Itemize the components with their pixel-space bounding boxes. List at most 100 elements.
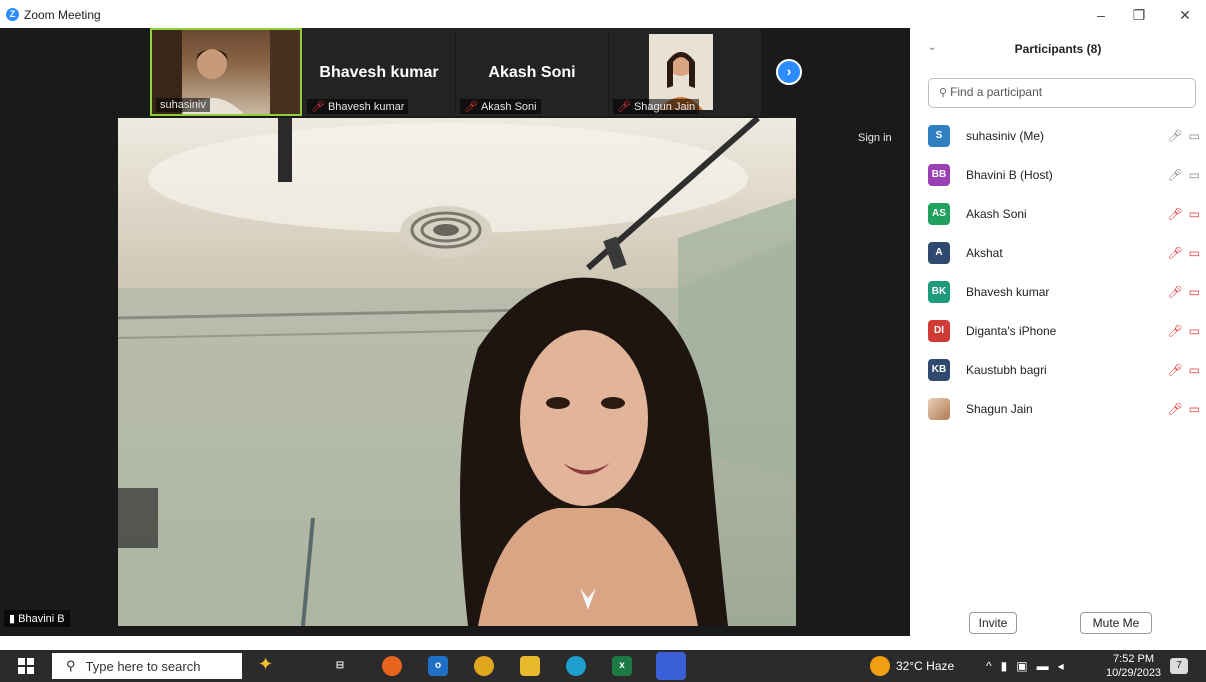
active-speaker-name: Bhavini B xyxy=(18,613,65,625)
mic-icon: 🎤︎ xyxy=(1167,128,1183,143)
file-explorer-icon[interactable] xyxy=(520,656,540,676)
mic-muted-icon: 🎤︎ xyxy=(1167,245,1183,260)
participant-row[interactable]: AS Akash Soni 🎤︎ ▭ xyxy=(928,194,1200,233)
taskbar-search-placeholder: Type here to search xyxy=(85,658,201,674)
video-icon: ▭ xyxy=(1188,167,1200,182)
chevron-up-icon[interactable]: ^ xyxy=(986,659,992,673)
participant-row[interactable]: DI Diganta's iPhone 🎤︎ ▭ xyxy=(928,311,1200,350)
thumbnail-name: Akash Soni xyxy=(480,100,537,113)
avatar: KB xyxy=(928,358,950,381)
participant-row[interactable]: Ssuhasiniv (Me) 🎤︎ ▭ xyxy=(928,116,1200,155)
participant-row[interactable]: BK Bhavesh kumar 🎤︎ ▭ xyxy=(928,272,1200,311)
avatar: AS xyxy=(928,202,950,225)
title-bar: Z Zoom Meeting – ❐ ✕ xyxy=(0,0,1206,28)
main-video xyxy=(118,118,796,626)
outlook-icon[interactable]: o xyxy=(428,656,448,676)
firefox-icon[interactable] xyxy=(382,656,402,676)
participant-name: Bhavesh kumar xyxy=(966,284,1050,299)
video-off-icon: ▭ xyxy=(1188,401,1200,416)
close-button[interactable]: ✕ xyxy=(1170,6,1200,24)
task-view-icon[interactable]: ⊟ xyxy=(330,656,350,676)
avatar: S xyxy=(928,124,950,147)
mic-muted-icon: 🎤︎ xyxy=(311,101,325,113)
windows-start-button[interactable] xyxy=(18,658,34,674)
chrome-icon[interactable] xyxy=(474,656,494,676)
video-off-icon: ▭ xyxy=(1188,284,1200,299)
video-off-icon: ▭ xyxy=(1188,206,1200,221)
participant-row[interactable]: A Akshat 🎤︎ ▭ xyxy=(928,233,1200,272)
thumbnail-name: suhasiniv xyxy=(160,99,206,111)
video-off-icon: ▭ xyxy=(1188,323,1200,338)
usb-icon[interactable]: ▮ xyxy=(1001,659,1008,673)
mic-muted-icon: 🎤︎ xyxy=(1167,323,1183,338)
video-off-icon: ▭ xyxy=(1188,362,1200,377)
video-thumbnail[interactable]: 🎤︎ Shagun Jain xyxy=(609,28,761,116)
invite-button[interactable]: Invite xyxy=(969,612,1017,634)
participant-status-icons: 🎤︎ ▭ xyxy=(1148,168,1200,182)
participants-title: Participants (8) xyxy=(1014,42,1102,56)
excel-icon[interactable]: x xyxy=(612,656,632,676)
participant-row[interactable]: KB Kaustubh bagri 🎤︎ ▭ xyxy=(928,350,1200,389)
clock-time: 7:52 PM xyxy=(1113,653,1155,665)
mic-muted-icon: 🎤︎ xyxy=(1167,362,1183,377)
volume-icon[interactable]: ◂ xyxy=(1058,659,1064,673)
participant-name: Kaustubh bagri xyxy=(966,362,1047,377)
taskbar-search-input[interactable]: ⚲ Type here to search xyxy=(52,653,242,679)
thumbnail-name-tag: 🎤︎ Akash Soni xyxy=(460,99,541,114)
avatar: A xyxy=(928,241,950,264)
thumbnail-name-tag: 🎤︎ Shagun Jain xyxy=(613,99,700,114)
thumbnail-strip: suhasiniv Bhavesh kumar 🎤︎ Bhavesh kumar … xyxy=(150,28,762,116)
participant-list: Ssuhasiniv (Me) 🎤︎ ▭ BB Bhavini B (Host) 🎤︎ ▭ A… xyxy=(928,116,1200,428)
thumbnail-big-label: Bhavesh kumar xyxy=(319,64,439,81)
video-thumbnail[interactable]: suhasiniv xyxy=(150,28,302,116)
thumbnail-name: Bhavesh kumar xyxy=(327,100,405,113)
edge-icon[interactable] xyxy=(566,656,586,676)
meeting-area: suhasiniv Bhavesh kumar 🎤︎ Bhavesh kumar … xyxy=(0,28,910,636)
sparkle-icon[interactable]: ✦ xyxy=(258,654,273,675)
search-icon: ⚲ xyxy=(939,87,948,99)
participant-status-icons: 🎤︎ ▭ xyxy=(1148,129,1200,143)
participant-status-icons: 🎤︎ ▭ xyxy=(1148,246,1200,260)
restore-button[interactable]: ❐ xyxy=(1124,6,1154,24)
thumbnail-name-tag: suhasiniv xyxy=(156,98,210,112)
minimize-button[interactable]: – xyxy=(1086,6,1116,24)
mic-muted-icon: 🎤︎ xyxy=(1167,206,1183,221)
mic-muted-icon: 🎤︎ xyxy=(617,101,631,113)
thumbnail-name-tag: 🎤︎ Bhavesh kumar xyxy=(307,99,409,114)
participant-name: Akash Soni xyxy=(966,206,1027,221)
notification-button[interactable]: 7 xyxy=(1170,658,1188,674)
avatar: BB xyxy=(928,163,950,186)
avatar xyxy=(928,397,950,420)
weather-icon[interactable] xyxy=(870,656,890,676)
battery-icon[interactable]: ▬ xyxy=(1037,659,1049,673)
participant-status-icons: 🎤︎ ▭ xyxy=(1148,402,1200,416)
participant-status-icons: 🎤︎ ▭ xyxy=(1148,285,1200,299)
avatar: DI xyxy=(928,319,950,342)
search-icon: ⚲ xyxy=(66,658,76,673)
sign-in-link[interactable]: Sign in xyxy=(858,132,892,144)
mute-me-button[interactable]: Mute Me xyxy=(1080,612,1152,634)
participant-search-input[interactable]: ⚲ Find a participant xyxy=(928,78,1196,108)
display-icon[interactable]: ▣ xyxy=(1016,659,1027,673)
speaker-video-frame xyxy=(118,118,796,626)
video-off-icon: ▭ xyxy=(1188,245,1200,260)
video-thumbnail[interactable]: Bhavesh kumar 🎤︎ Bhavesh kumar xyxy=(303,28,455,116)
search-placeholder: Find a participant xyxy=(950,85,1043,99)
next-page-button[interactable]: › xyxy=(776,59,802,85)
thumbnail-big-label: Akash Soni xyxy=(488,64,576,81)
mic-muted-icon: 🎤︎ xyxy=(464,101,478,113)
participant-row[interactable]: Shagun Jain 🎤︎ ▭ xyxy=(928,389,1200,428)
video-thumbnail[interactable]: Akash Soni 🎤︎ Akash Soni xyxy=(456,28,608,116)
windows-taskbar: ⚲ Type here to search ✦ ⊟ o x 32°C Haze ^… xyxy=(0,650,1206,682)
participant-row[interactable]: BB Bhavini B (Host) 🎤︎ ▭ xyxy=(928,155,1200,194)
participant-name: suhasiniv (Me) xyxy=(966,128,1045,143)
zoom-taskbar-icon[interactable] xyxy=(656,652,686,680)
avatar: BK xyxy=(928,280,950,303)
clock-date: 10/29/2023 xyxy=(1106,667,1162,679)
taskbar-clock[interactable]: 7:52 PM 10/29/2023 xyxy=(1106,652,1161,680)
system-tray: ^ ▮ ▣ ▬ ◂ xyxy=(986,650,1064,682)
window-title: Zoom Meeting xyxy=(24,8,101,22)
signal-icon: ▮ xyxy=(9,613,16,625)
weather-text[interactable]: 32°C Haze xyxy=(896,650,954,682)
video-icon: ▭ xyxy=(1188,128,1200,143)
